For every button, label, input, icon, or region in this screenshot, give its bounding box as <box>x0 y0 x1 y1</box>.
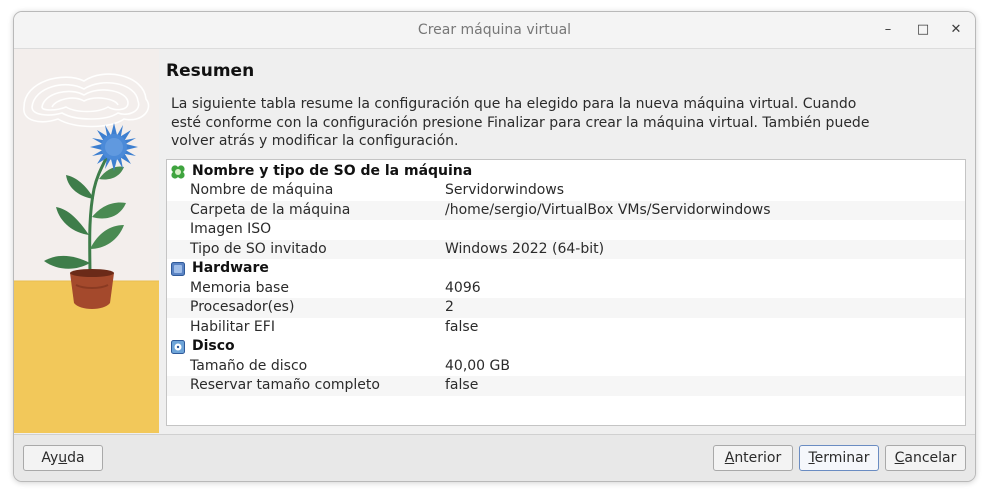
page-description: La siguiente tabla resume la configuraci… <box>171 96 870 149</box>
minimize-button[interactable]: – <box>876 18 900 42</box>
wizard-illustration <box>14 49 159 433</box>
row-value: Servidorwindows <box>445 182 565 198</box>
finish-label-post: erminar <box>814 450 870 466</box>
row-key: Reservar tamaño completo <box>190 377 380 393</box>
row-value: false <box>445 377 479 393</box>
group-hardware[interactable]: Hardware <box>167 259 965 279</box>
disk-icon <box>171 340 185 354</box>
table-row[interactable]: Procesador(es) 2 <box>167 298 965 318</box>
summary-table[interactable]: Nombre y tipo de SO de la máquina Nombre… <box>166 159 966 426</box>
window-title: Crear máquina virtual <box>417 22 572 38</box>
dialog-window: Crear máquina virtual – □ ✕ Resumen La s… <box>13 11 976 482</box>
row-value: 2 <box>445 299 454 315</box>
table-row[interactable]: Tamaño de disco 40,00 GB <box>167 357 965 377</box>
table-row[interactable]: Habilitar EFI false <box>167 318 965 338</box>
row-value: 40,00 GB <box>445 357 510 374</box>
back-label-mnemonic: A <box>724 450 735 466</box>
dialog-footer: Ayuda Anterior Terminar Cancelar <box>14 434 975 481</box>
row-value: 4096 <box>445 279 481 296</box>
group-name-and-os[interactable]: Nombre y tipo de SO de la máquina <box>167 162 965 182</box>
row-key: Carpeta de la máquina <box>190 201 351 218</box>
row-key: Imagen ISO <box>190 221 272 237</box>
row-key: Procesador(es) <box>190 299 295 315</box>
finish-button[interactable]: Terminar <box>799 445 879 471</box>
table-row[interactable]: Carpeta de la máquina /home/sergio/Virtu… <box>167 200 965 220</box>
table-row[interactable]: Tipo de SO invitado Windows 2022 (64-bit… <box>167 239 965 259</box>
help-label-pre: Ay <box>41 450 59 466</box>
cancel-label-mnemonic: C <box>894 450 905 466</box>
help-label-mnemonic: u <box>58 450 68 466</box>
chip-icon <box>171 262 185 276</box>
row-key: Memoria base <box>190 279 289 296</box>
row-key: Habilitar EFI <box>190 318 275 335</box>
cancel-button[interactable]: Cancelar <box>885 445 966 471</box>
group-title: Disco <box>192 338 235 354</box>
row-key: Tamaño de disco <box>190 357 308 374</box>
row-value: /home/sergio/VirtualBox VMs/Servidorwind… <box>445 201 771 218</box>
row-key: Nombre de máquina <box>190 182 334 198</box>
page-heading: Resumen <box>166 61 255 81</box>
group-title: Nombre y tipo de SO de la máquina <box>192 163 473 179</box>
flower-pot-illustration <box>14 49 159 433</box>
table-row[interactable]: Reservar tamaño completo false <box>167 376 965 396</box>
cancel-label-post: ancelar <box>904 450 957 466</box>
group-title: Hardware <box>192 260 269 276</box>
group-disk[interactable]: Disco <box>167 337 965 357</box>
help-label-post: da <box>67 450 85 466</box>
table-row[interactable]: Memoria base 4096 <box>167 279 965 299</box>
title-bar[interactable]: Crear máquina virtual – □ ✕ <box>14 12 975 49</box>
row-key: Tipo de SO invitado <box>190 240 327 257</box>
row-value: false <box>445 318 479 335</box>
close-button[interactable]: ✕ <box>944 18 968 42</box>
table-row[interactable]: Imagen ISO <box>167 220 965 240</box>
row-value: Windows 2022 (64-bit) <box>445 240 605 257</box>
puzzle-icon <box>171 165 185 179</box>
back-label-post: nterior <box>734 450 782 466</box>
help-button[interactable]: Ayuda <box>23 445 103 471</box>
back-button[interactable]: Anterior <box>713 445 793 471</box>
maximize-button[interactable]: □ <box>911 18 935 42</box>
table-row[interactable]: Nombre de máquina Servidorwindows <box>167 181 965 201</box>
